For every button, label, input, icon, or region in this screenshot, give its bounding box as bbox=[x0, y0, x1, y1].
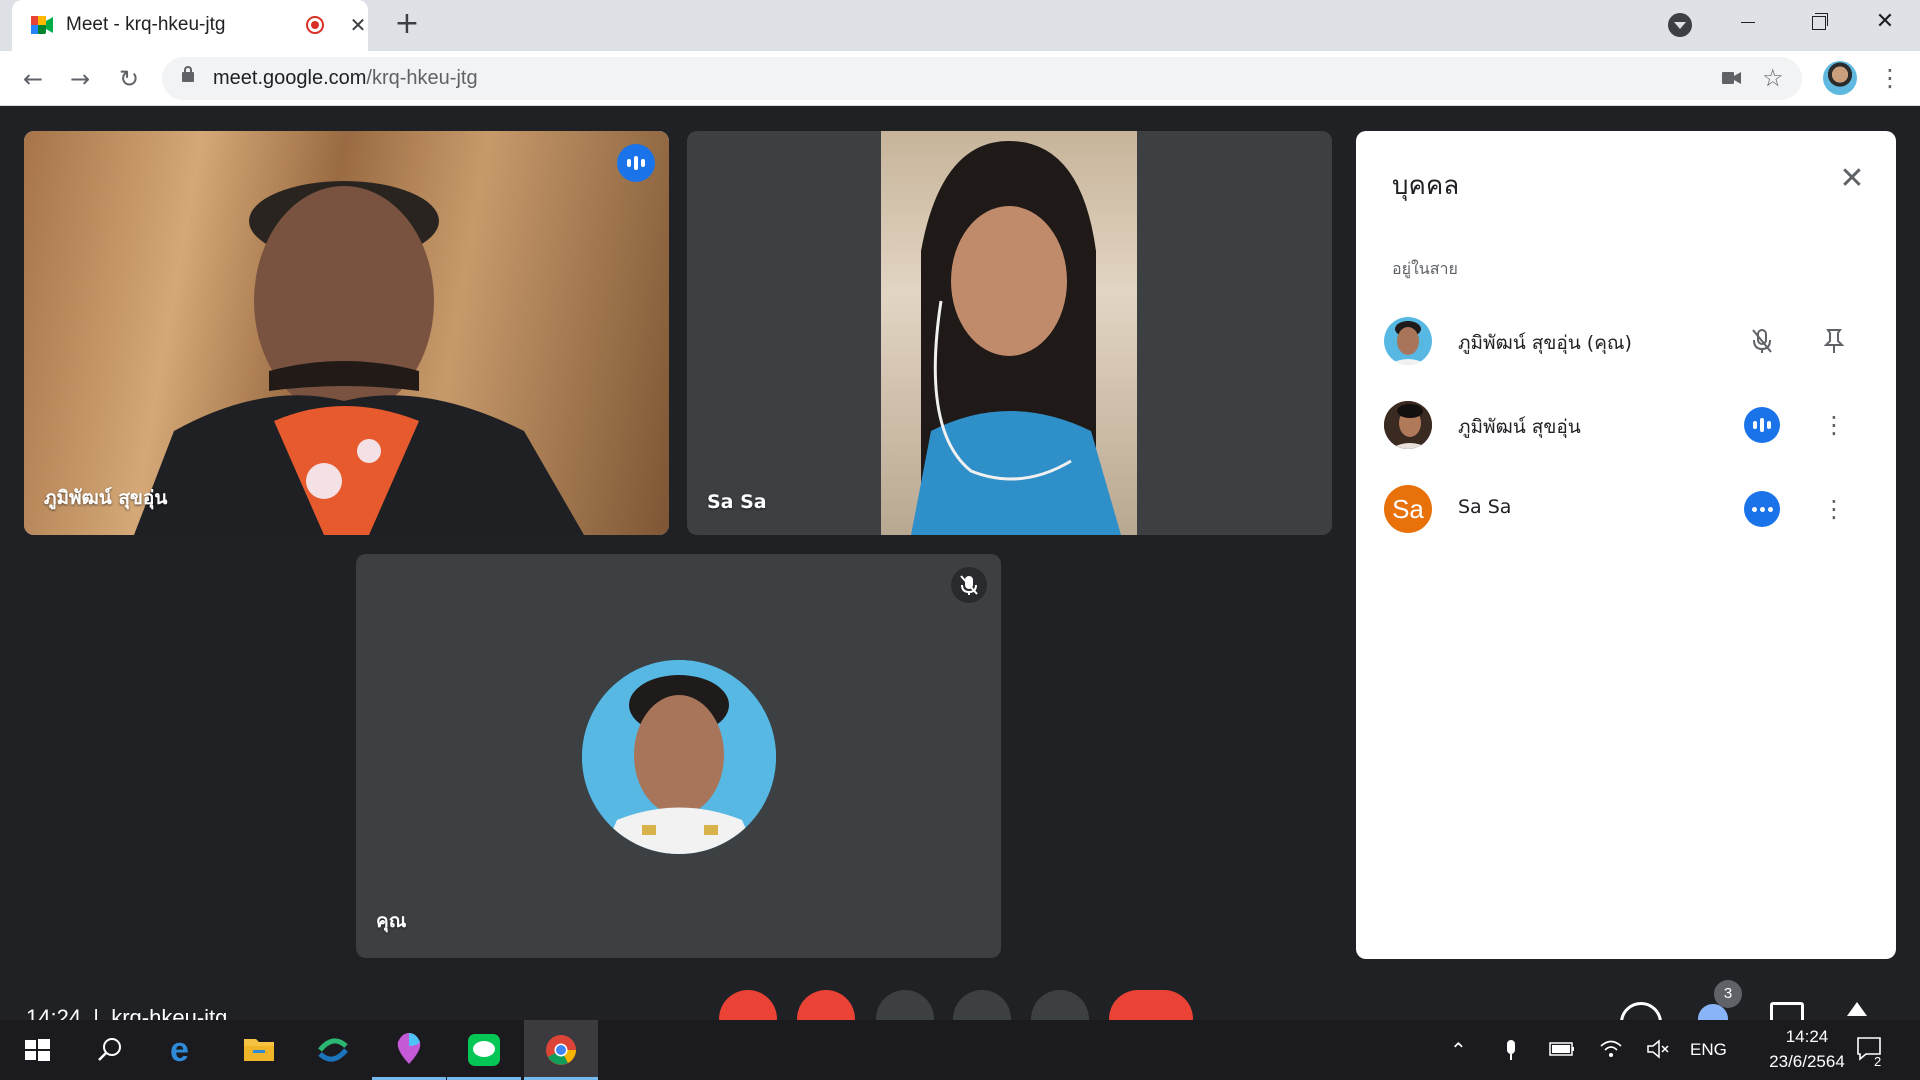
window-close-button[interactable]: ✕ bbox=[1854, 0, 1916, 44]
chat-icon[interactable] bbox=[1770, 1002, 1804, 1020]
edge-browser-icon[interactable]: e bbox=[148, 1020, 222, 1080]
participant-tile-self[interactable]: คุณ bbox=[356, 554, 1001, 958]
tray-expand-icon[interactable]: ⌃ bbox=[1450, 1038, 1467, 1063]
speaking-icon bbox=[1744, 407, 1780, 443]
participant-list-item: ภูมิพัฒน์ สุขอุ่น ⋮ bbox=[1356, 385, 1896, 465]
participant-name: ภูมิพัฒน์ สุขอุ่น bbox=[44, 487, 168, 509]
mic-toggle-button[interactable] bbox=[719, 990, 777, 1020]
mic-off-icon bbox=[1744, 323, 1780, 359]
tab-title: Meet - krq-hkeu-jtg bbox=[66, 14, 226, 35]
recording-indicator-icon bbox=[306, 16, 324, 34]
typing-dots-icon bbox=[1744, 491, 1780, 527]
avatar bbox=[1384, 317, 1432, 365]
tab-search-icon[interactable] bbox=[1668, 13, 1692, 37]
meeting-details-icon[interactable] bbox=[1620, 1002, 1662, 1020]
in-call-section-label: อยู่ในสาย bbox=[1392, 259, 1458, 278]
window-restore-button[interactable] bbox=[1786, 0, 1848, 44]
participant-video bbox=[24, 131, 669, 535]
meeting-time-and-code: 14:24 | krq-hkeu-jtg bbox=[26, 1005, 228, 1020]
participant-list-item: ภูมิพัฒน์ สุขอุ่น (คุณ) bbox=[1356, 301, 1896, 381]
new-tab-button[interactable]: + bbox=[390, 8, 424, 42]
avatar: Sa bbox=[1384, 485, 1432, 533]
camera-toggle-button[interactable] bbox=[797, 990, 855, 1020]
reload-icon[interactable]: ↻ bbox=[112, 62, 146, 96]
participant-count-badge: 3 bbox=[1714, 980, 1742, 1008]
panel-title: บุคคล bbox=[1392, 171, 1460, 201]
camera-in-use-icon[interactable] bbox=[1722, 71, 1741, 85]
google-meet-icon bbox=[31, 16, 53, 34]
profile-avatar[interactable] bbox=[1823, 61, 1857, 95]
lock-icon[interactable] bbox=[182, 66, 194, 82]
participant-video bbox=[881, 131, 1137, 535]
meeting-controls-bar: 14:24 | krq-hkeu-jtg 3 bbox=[0, 980, 1920, 1020]
sync-app-icon[interactable] bbox=[296, 1020, 370, 1080]
input-language[interactable]: ENG bbox=[1690, 1040, 1727, 1060]
search-icon[interactable] bbox=[72, 1020, 146, 1080]
avatar bbox=[1384, 401, 1432, 449]
participant-name: Sa Sa bbox=[1458, 496, 1512, 518]
participant-name: คุณ bbox=[376, 910, 407, 932]
close-icon[interactable]: ✕ bbox=[1832, 159, 1872, 199]
browser-menu-icon[interactable]: ⋮ bbox=[1878, 63, 1902, 95]
participant-list-item: Sa Sa Sa ⋮ bbox=[1356, 469, 1896, 549]
notification-count: 2 bbox=[1874, 1054, 1882, 1069]
browser-toolbar: ← → ↻ meet.google.com/krq-hkeu-jtg ☆ ⋮ bbox=[0, 51, 1920, 106]
windows-taskbar: e ⌃ ENG 14:24 23/6/2564 2 bbox=[0, 1020, 1920, 1080]
participant-name: Sa Sa bbox=[707, 491, 767, 513]
url-text[interactable]: meet.google.com/krq-hkeu-jtg bbox=[213, 67, 478, 90]
raise-hand-button[interactable] bbox=[876, 990, 934, 1020]
more-options-button[interactable] bbox=[1031, 990, 1089, 1020]
end-call-button[interactable] bbox=[1109, 990, 1193, 1020]
people-panel: บุคคล ✕ อยู่ในสาย ภูมิพัฒน์ สุขอุ่น (คุณ… bbox=[1356, 131, 1896, 959]
participant-tile-1[interactable]: ภูมิพัฒน์ สุขอุ่น bbox=[24, 131, 669, 535]
microphone-icon[interactable] bbox=[1502, 1038, 1520, 1062]
volume-muted-icon[interactable] bbox=[1646, 1038, 1672, 1060]
participant-name: ภูมิพัฒน์ สุขอุ่น bbox=[1458, 416, 1581, 438]
pin-icon[interactable] bbox=[1814, 321, 1854, 361]
clock-date[interactable]: 23/6/2564 bbox=[1742, 1052, 1872, 1072]
maps-pin-icon[interactable] bbox=[372, 1020, 446, 1080]
file-explorer-icon[interactable] bbox=[222, 1020, 296, 1080]
more-vert-icon[interactable]: ⋮ bbox=[1814, 405, 1854, 445]
present-screen-button[interactable] bbox=[953, 990, 1011, 1020]
forward-arrow-icon[interactable]: → bbox=[63, 62, 97, 96]
line-app-icon[interactable] bbox=[447, 1020, 521, 1080]
more-vert-icon[interactable]: ⋮ bbox=[1814, 489, 1854, 529]
chrome-icon[interactable] bbox=[524, 1020, 598, 1080]
activities-icon[interactable] bbox=[1847, 1002, 1867, 1016]
participant-name: ภูมิพัฒน์ สุขอุ่น (คุณ) bbox=[1458, 332, 1632, 354]
wifi-icon[interactable] bbox=[1598, 1038, 1624, 1060]
browser-tab-meet[interactable]: Meet - krq-hkeu-jtg ✕ bbox=[12, 0, 368, 51]
speaking-indicator-icon bbox=[617, 144, 655, 182]
participant-tile-2[interactable]: Sa Sa bbox=[687, 131, 1332, 535]
self-avatar bbox=[582, 660, 776, 854]
address-bar[interactable]: meet.google.com/krq-hkeu-jtg ☆ bbox=[162, 57, 1802, 100]
windows-start-icon[interactable] bbox=[0, 1020, 74, 1080]
bookmark-star-icon[interactable]: ☆ bbox=[1762, 64, 1784, 92]
mic-off-icon bbox=[951, 567, 987, 603]
tab-close-icon[interactable]: ✕ bbox=[344, 11, 372, 39]
window-minimize-button[interactable] bbox=[1716, 0, 1778, 44]
clock-time[interactable]: 14:24 bbox=[1767, 1027, 1847, 1047]
battery-icon[interactable] bbox=[1548, 1040, 1576, 1058]
browser-tab-strip: Meet - krq-hkeu-jtg ✕ + ✕ bbox=[0, 0, 1920, 51]
back-arrow-icon[interactable]: ← bbox=[16, 62, 50, 96]
